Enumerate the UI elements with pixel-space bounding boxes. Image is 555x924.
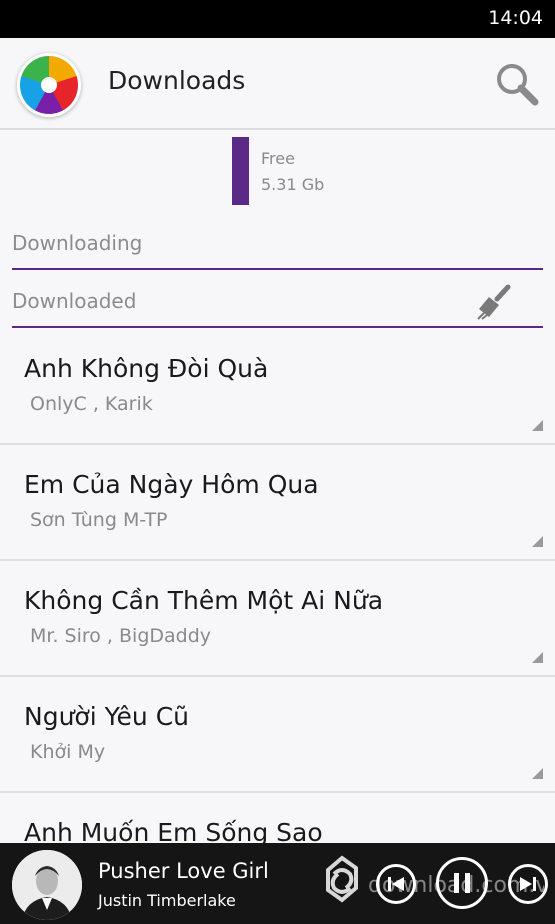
- song-row[interactable]: Em Của Ngày Hôm Qua Sơn Tùng M-TP: [0, 445, 555, 561]
- status-bar: 14:04: [0, 0, 555, 38]
- storage-value: 5.31 Gb: [261, 175, 325, 194]
- page-title: Downloads: [108, 66, 246, 95]
- storage-indicator: Free 5.31 Gb: [0, 130, 555, 212]
- song-row[interactable]: Anh Không Đòi Quà OnlyC , Karik: [0, 329, 555, 445]
- expand-corner-icon[interactable]: [532, 420, 543, 431]
- app-logo-icon[interactable]: [20, 56, 78, 114]
- pause-icon[interactable]: [436, 857, 488, 909]
- song-title: Anh Không Đòi Quà: [24, 354, 269, 383]
- expand-corner-icon[interactable]: [532, 768, 543, 779]
- song-title: Em Của Ngày Hôm Qua: [24, 470, 319, 499]
- broom-icon[interactable]: [475, 284, 513, 320]
- now-playing-title: Pusher Love Girl: [98, 859, 269, 883]
- expand-corner-icon[interactable]: [532, 652, 543, 663]
- search-icon[interactable]: [493, 60, 541, 108]
- next-icon[interactable]: [508, 864, 548, 904]
- status-time: 14:04: [488, 7, 543, 29]
- now-playing-artist: Justin Timberlake: [98, 891, 236, 910]
- song-row[interactable]: Người Yêu Cũ Khởi My: [0, 677, 555, 793]
- downloaded-section-title: Downloaded: [12, 289, 137, 313]
- downloading-section[interactable]: Downloading: [12, 212, 543, 270]
- song-artist: Khởi My: [30, 741, 106, 763]
- song-title: Không Cần Thêm Một Ai Nữa: [24, 586, 384, 615]
- now-playing-bar[interactable]: Pusher Love Girl Justin Timberlake: [0, 843, 555, 924]
- song-list: Anh Không Đòi Quà OnlyC , Karik Em Của N…: [0, 329, 555, 907]
- downloaded-section[interactable]: Downloaded: [12, 270, 543, 328]
- song-artist: Mr. Siro , BigDaddy: [30, 625, 212, 647]
- storage-label: Free: [261, 149, 295, 168]
- song-artist: Sơn Tùng M-TP: [30, 509, 168, 531]
- app-header: Downloads: [0, 38, 555, 130]
- album-art: [12, 850, 82, 920]
- downloading-section-title: Downloading: [12, 231, 143, 255]
- storage-bar: [232, 137, 249, 205]
- expand-corner-icon[interactable]: [532, 536, 543, 547]
- song-artist: OnlyC , Karik: [30, 393, 153, 415]
- song-title: Người Yêu Cũ: [24, 702, 190, 731]
- song-row[interactable]: Không Cần Thêm Một Ai Nữa Mr. Siro , Big…: [0, 561, 555, 677]
- previous-icon[interactable]: [376, 864, 416, 904]
